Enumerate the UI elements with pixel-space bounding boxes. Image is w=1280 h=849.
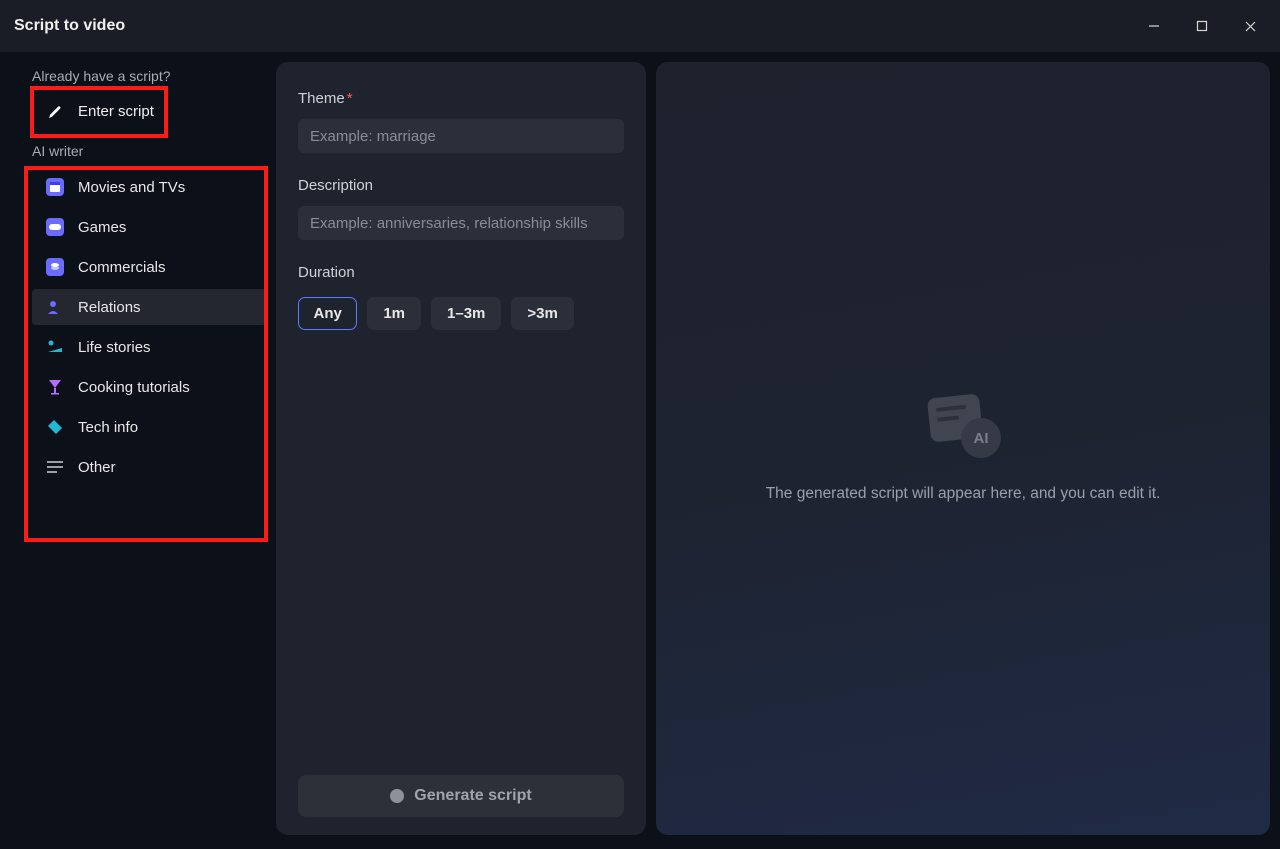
description-input[interactable] [298,206,624,240]
sidebar-item-cooking-tutorials[interactable]: Cooking tutorials [32,369,266,405]
duration-label: Duration [298,264,624,281]
duration-option-1m[interactable]: 1m [367,297,421,330]
sidebar-item-label: Movies and TVs [78,179,185,196]
window-title: Script to video [14,17,125,35]
sidebar-item-label: Cooking tutorials [78,379,190,396]
duration-options: Any 1m 1–3m >3m [298,297,624,330]
sidebar-item-relations[interactable]: Relations [32,289,266,325]
required-marker: * [347,90,353,107]
pencil-icon [46,104,64,120]
ai-badge-icon: AI [961,418,1001,458]
description-label: Description [298,177,624,194]
spinner-icon [390,789,404,803]
preview-empty-text: The generated script will appear here, a… [766,482,1161,506]
list-icon [46,458,64,476]
enter-script-label: Enter script [78,103,154,120]
sidebar: Already have a script? Enter script AI w… [14,62,266,835]
sidebar-item-movies-and-tvs[interactable]: Movies and TVs [32,169,266,205]
cocktail-icon [46,378,64,396]
minimize-button[interactable] [1132,10,1176,42]
maximize-icon [1196,20,1208,32]
section-script: Already have a script? [32,68,266,84]
maximize-button[interactable] [1180,10,1224,42]
section-ai-writer: AI writer [32,143,266,159]
generate-script-button[interactable]: Generate script [298,775,624,817]
sidebar-item-label: Relations [78,299,141,316]
theme-label: Theme* [298,90,624,107]
enter-script-button[interactable]: Enter script [32,94,266,129]
sidebar-item-tech-info[interactable]: Tech info [32,409,266,445]
sidebar-item-commercials[interactable]: Commercials [32,249,266,285]
sunbath-icon [46,338,64,356]
coins-icon [46,258,64,276]
clapboard-icon [46,178,64,196]
tag-icon [46,418,64,436]
gamepad-icon [46,218,64,236]
title-bar: Script to video [0,0,1280,52]
placeholder-graphic: AI [923,390,1003,460]
sidebar-item-label: Games [78,219,126,236]
ai-writer-list: Movies and TVs Games Commercials Relations L… [32,169,266,485]
duration-option-any[interactable]: Any [298,297,357,330]
close-button[interactable] [1228,10,1272,42]
sidebar-item-games[interactable]: Games [32,209,266,245]
sidebar-item-label: Life stories [78,339,151,356]
sidebar-item-label: Tech info [78,419,138,436]
person-icon [46,298,64,316]
duration-option-13m[interactable]: 1–3m [431,297,501,330]
theme-input[interactable] [298,119,624,153]
window-controls [1132,10,1272,42]
generate-label: Generate script [414,787,531,805]
sidebar-item-life-stories[interactable]: Life stories [32,329,266,365]
preview-panel: AI The generated script will appear here… [656,62,1270,835]
form-panel: Theme* Description Duration Any 1m 1–3m >3m… [276,62,646,835]
sidebar-item-other[interactable]: Other [32,449,266,485]
duration-option-3m[interactable]: >3m [511,297,573,330]
minimize-icon [1148,20,1160,32]
sidebar-item-label: Commercials [78,259,166,276]
sidebar-item-label: Other [78,459,116,476]
close-icon [1244,20,1257,33]
